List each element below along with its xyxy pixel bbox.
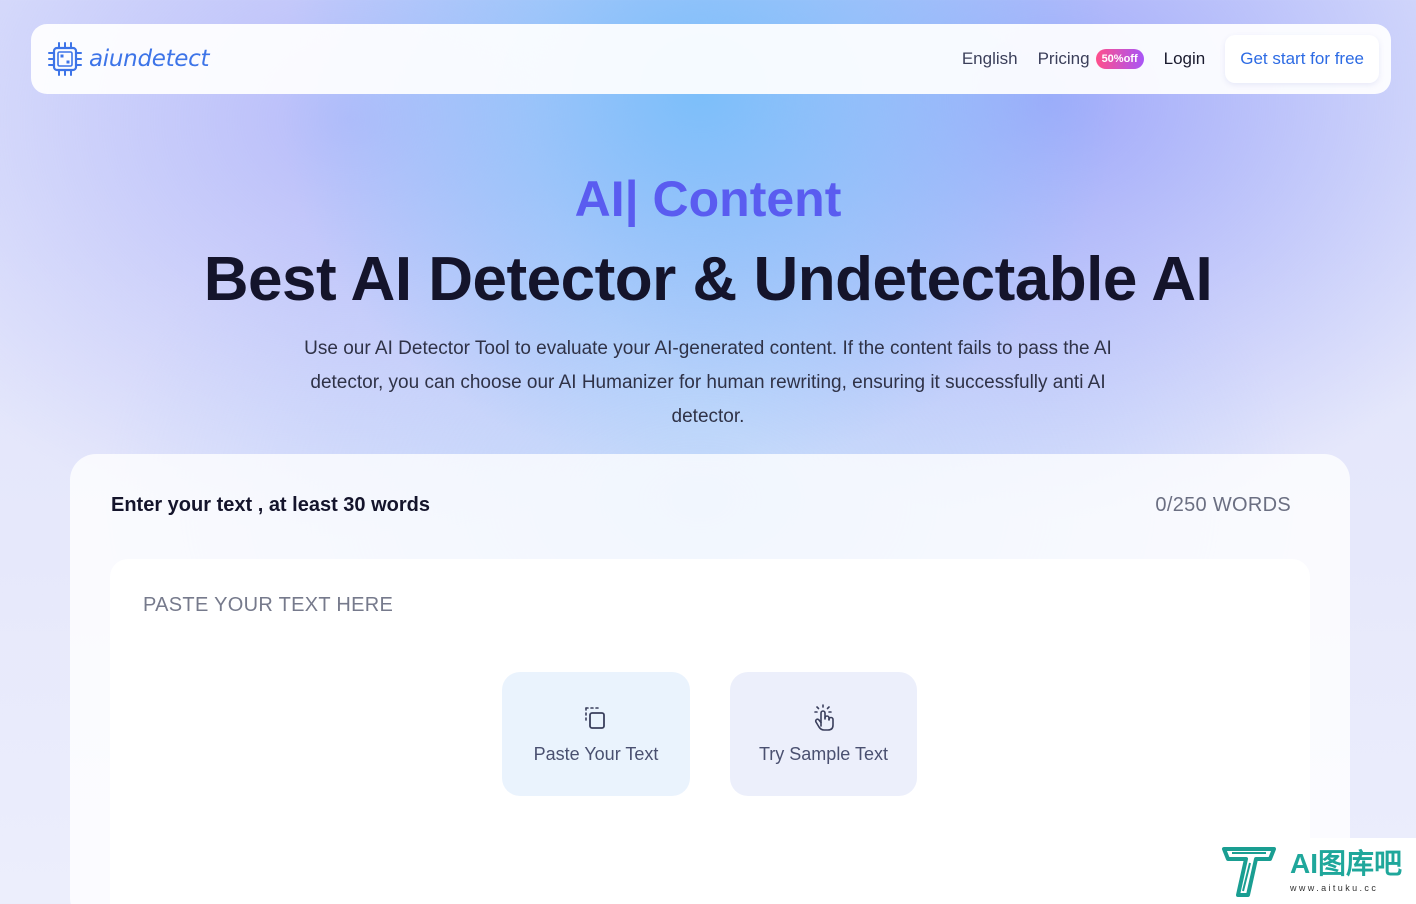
get-started-button[interactable]: Get start for free <box>1225 35 1379 83</box>
page-title: Best AI Detector & Undetectable AI <box>203 245 1213 314</box>
paste-text-label: Paste Your Text <box>533 743 659 764</box>
hero-typing-tag: AI| Content <box>574 171 842 227</box>
clipboard-paste-icon <box>585 706 605 729</box>
top-navbar: aiundetect English Pricing 50%off Login … <box>31 24 1391 94</box>
pricing-link[interactable]: Pricing 50%off <box>1038 49 1144 69</box>
nav-menu: English Pricing 50%off Login Get start f… <box>962 35 1379 83</box>
login-link[interactable]: Login <box>1164 49 1206 69</box>
discount-badge: 50%off <box>1095 49 1144 69</box>
chip-logo-icon <box>48 42 82 76</box>
try-sample-button[interactable]: Try Sample Text <box>730 672 917 796</box>
paste-text-button[interactable]: Paste Your Text <box>502 672 690 796</box>
brand-logo-link[interactable]: aiundetect <box>47 41 210 77</box>
watermark-url: www.aituku.cc <box>1290 883 1379 893</box>
input-instruction-label: Enter your text , at least 30 words <box>111 494 430 516</box>
language-selector[interactable]: English <box>962 49 1018 69</box>
detector-panel: Enter your text , at least 30 words 0/25… <box>70 454 1350 904</box>
try-sample-label: Try Sample Text <box>758 743 889 764</box>
hand-tap-icon <box>813 703 834 731</box>
hero-description: Use our AI Detector Tool to evaluate you… <box>304 338 1112 427</box>
watermark-title: AI图库吧 <box>1290 848 1403 879</box>
brand-name: aiundetect <box>89 46 210 72</box>
pricing-label: Pricing <box>1037 49 1090 68</box>
word-counter: 0/250 WORDS <box>1155 494 1291 516</box>
text-input-area[interactable] <box>110 559 1310 904</box>
watermark-logo-icon <box>1222 847 1276 897</box>
watermark: AI图库吧 www.aituku.cc <box>1208 838 1416 904</box>
